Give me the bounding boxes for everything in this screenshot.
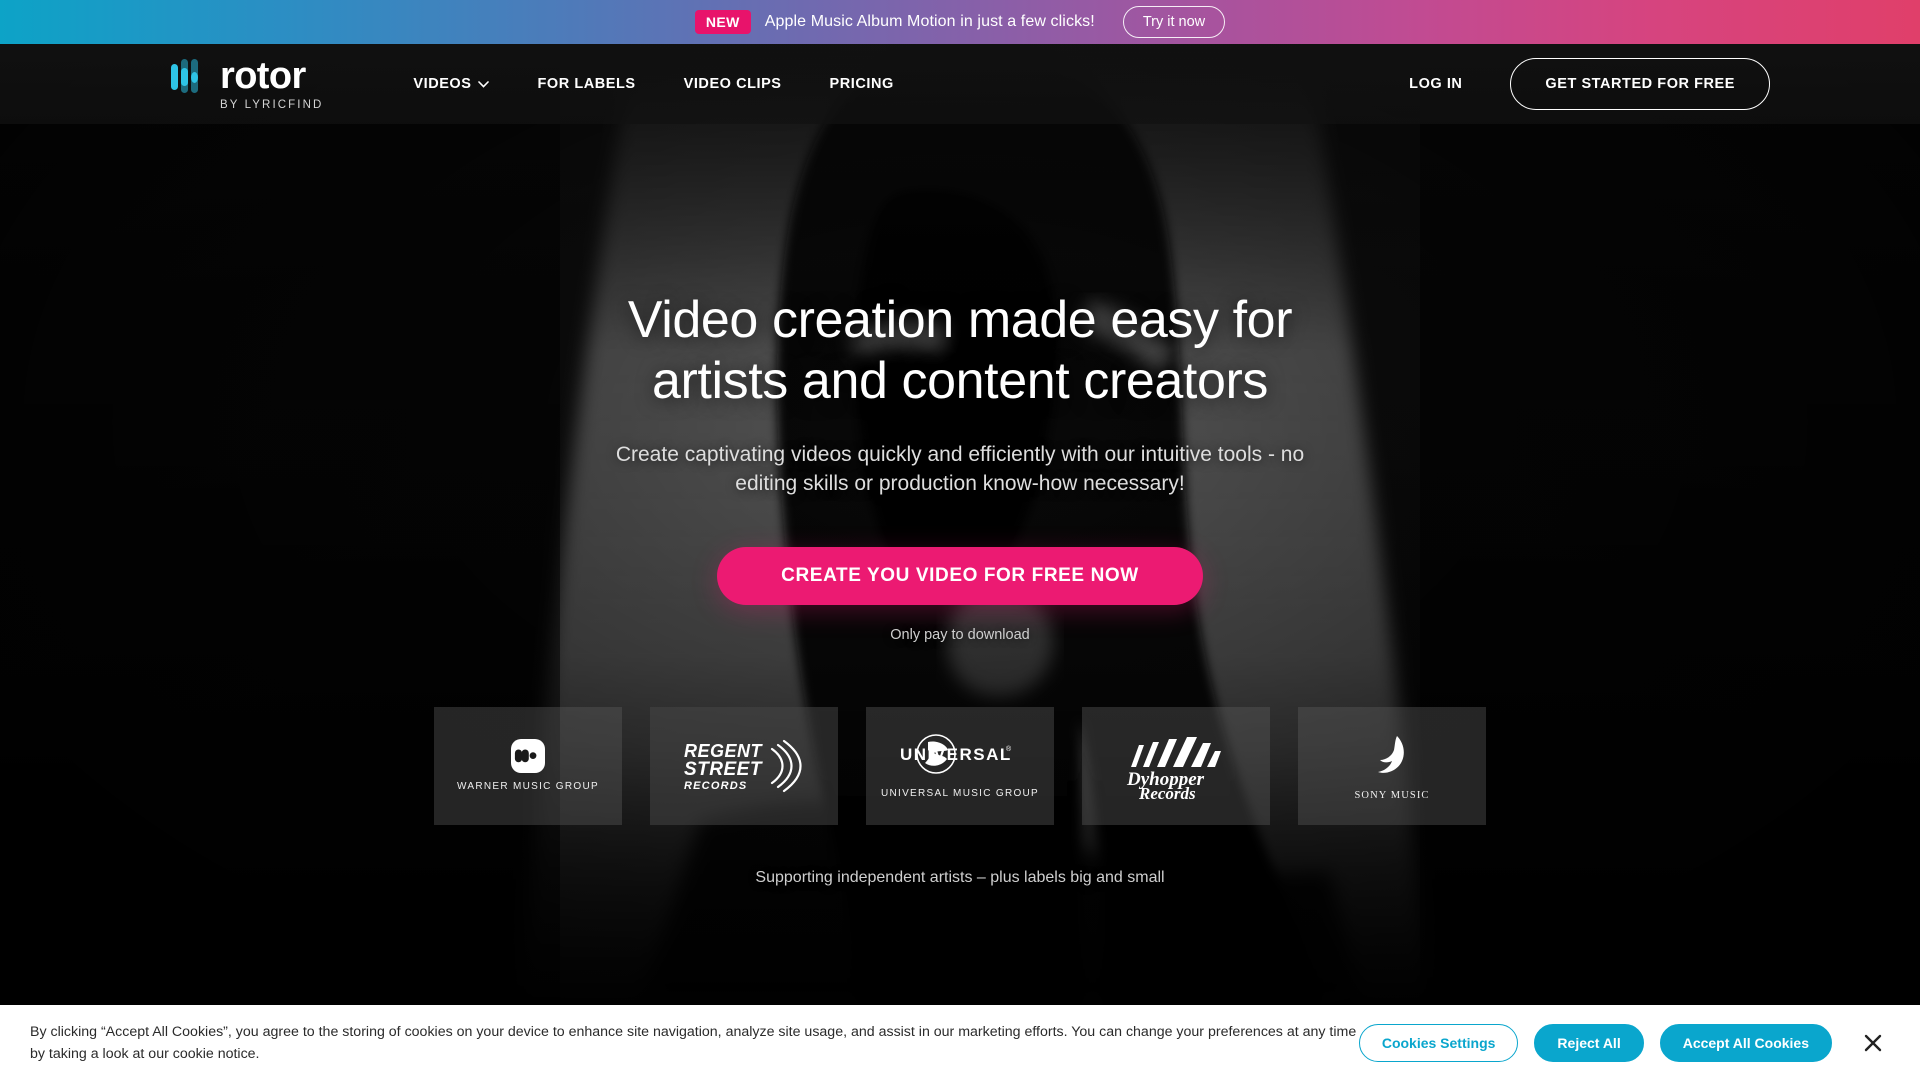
nav-item-video-clips[interactable]: VIDEO CLIPS [660, 76, 806, 92]
get-started-button[interactable]: GET STARTED FOR FREE [1510, 58, 1770, 110]
partner-caption-sony: SONY MUSIC [1354, 790, 1430, 802]
dyhopper-records-icon: Dyhopper Records [1117, 731, 1235, 801]
partner-strip-note: Supporting independent artists – plus la… [755, 868, 1165, 886]
svg-text:UNIVERSAL: UNIVERSAL [900, 745, 1012, 764]
promo-banner: NEW Apple Music Album Motion in just a f… [0, 0, 1920, 44]
warner-w-icon [511, 739, 545, 774]
reject-all-button[interactable]: Reject All [1534, 1023, 1644, 1062]
partner-logo-warner: WARNER MUSIC GROUP [434, 706, 622, 825]
nav-item-for-labels[interactable]: FOR LABELS [513, 76, 659, 92]
cookies-settings-button[interactable]: Cookies Settings [1358, 1023, 1519, 1062]
partner-caption-warner: WARNER MUSIC GROUP [457, 781, 599, 793]
cta-note: Only pay to download [890, 626, 1030, 643]
partner-logo-sony-music: SONY MUSIC [1298, 706, 1486, 825]
svg-text:STREET: STREET [684, 759, 763, 780]
brand-logo[interactable]: rotor BY LYRICFIND [170, 57, 323, 111]
brand-wordmark: rotor [220, 55, 306, 97]
nav-item-pricing[interactable]: PRICING [806, 76, 918, 92]
create-video-cta-button[interactable]: CREATE YOU VIDEO FOR FREE NOW [717, 546, 1203, 605]
partner-logo-regent-street: REGENT STREET RECORDS [650, 706, 838, 825]
hero-subheading: Create captivating videos quickly and ef… [615, 442, 1305, 495]
nav-links: VIDEOS FOR LABELS VIDEO CLIPS PRICING [389, 76, 917, 92]
partner-caption-universal: UNIVERSAL MUSIC GROUP [880, 788, 1040, 800]
cookie-consent-actions: Cookies Settings Reject All Accept All C… [1358, 1023, 1890, 1062]
hero-overlay-scrim [0, 0, 1920, 1005]
cookie-consent-text: By clicking “Accept All Cookies”, you ag… [30, 1023, 1357, 1062]
regent-street-records-icon: REGENT STREET RECORDS [678, 735, 810, 797]
nav-item-videos-label: VIDEOS [413, 76, 472, 92]
partner-logo-dyhopper: Dyhopper Records [1082, 706, 1270, 825]
hero-section [0, 0, 1920, 1005]
accept-all-cookies-button[interactable]: Accept All Cookies [1659, 1023, 1832, 1062]
partner-logo-universal: UNIVERSAL ® UNIVERSAL MUSIC GROUP [866, 706, 1054, 825]
nav-item-videos[interactable]: VIDEOS [389, 76, 513, 92]
brand-tagline: BY LYRICFIND [220, 99, 324, 111]
svg-text:®: ® [1006, 745, 1012, 753]
promo-message: Apple Music Album Motion in just a few c… [764, 13, 1095, 30]
promo-try-it-now-button[interactable]: Try it now [1122, 6, 1226, 38]
rotor-bars-icon [170, 59, 206, 93]
nav-right-actions: LOG IN GET STARTED FOR FREE [1409, 58, 1770, 110]
svg-text:REGENT: REGENT [684, 741, 764, 761]
cookie-consent-banner: By clicking “Accept All Cookies”, you ag… [0, 1005, 1920, 1080]
login-link[interactable]: LOG IN [1409, 76, 1462, 92]
universal-globe-icon: UNIVERSAL ® [890, 732, 1030, 780]
sony-music-swoosh-icon [1366, 730, 1418, 782]
page-title: Video creation made easy for artists and… [627, 291, 1293, 411]
page-root: NEW Apple Music Album Motion in just a f… [0, 0, 1920, 1080]
partner-logo-strip: WARNER MUSIC GROUP REGENT STREET RECORDS [434, 706, 1486, 825]
close-icon[interactable] [1856, 1026, 1890, 1060]
chevron-down-icon [478, 80, 490, 88]
promo-new-badge: NEW [694, 10, 751, 34]
svg-text:RECORDS: RECORDS [684, 780, 747, 792]
svg-text:Records: Records [1138, 784, 1196, 801]
main-navbar: rotor BY LYRICFIND VIDEOS FOR LABELS VID… [0, 44, 1920, 124]
